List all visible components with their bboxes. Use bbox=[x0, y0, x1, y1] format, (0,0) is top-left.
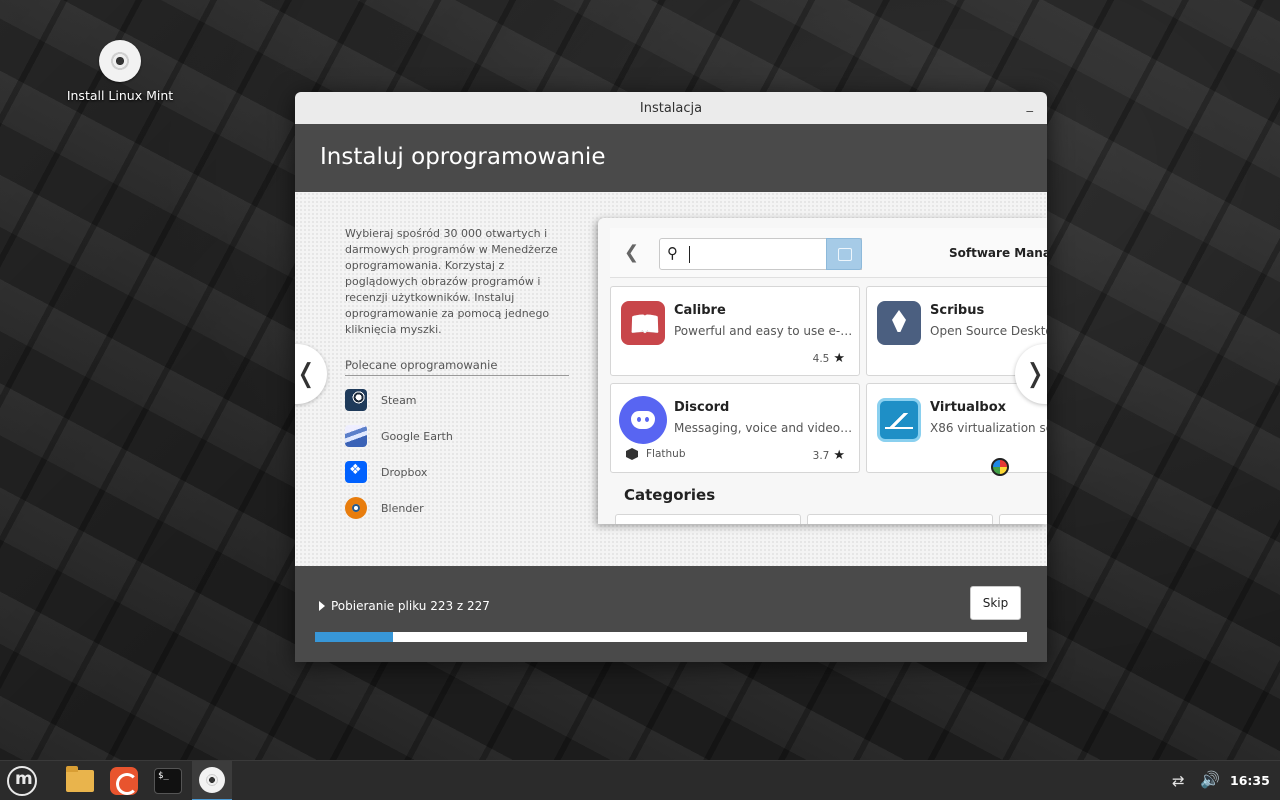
list-item-label: Dropbox bbox=[381, 465, 428, 479]
list-item: Steam bbox=[345, 382, 569, 418]
menu-icon bbox=[7, 766, 37, 796]
app-name: Calibre bbox=[674, 303, 726, 318]
software-manager-title: Software Manag bbox=[949, 246, 1047, 260]
network-icon[interactable]: ⇄ bbox=[1172, 772, 1185, 790]
disc-icon bbox=[99, 40, 141, 82]
previous-slide-button[interactable]: ❬ bbox=[295, 344, 327, 404]
progress-details-toggle[interactable]: Pobieranie pliku 223 z 227 bbox=[319, 599, 490, 613]
terminal-launcher[interactable]: $_ bbox=[148, 761, 188, 800]
window-title: Instalacja bbox=[639, 100, 703, 116]
slideshow-content: Wybieraj spośród 30 000 otwartych i darm… bbox=[295, 192, 1047, 566]
volume-icon[interactable]: 🔊 bbox=[1200, 770, 1220, 789]
app-description: Powerful and easy to use e-bo... bbox=[674, 324, 854, 338]
skip-button[interactable]: Skip bbox=[970, 586, 1021, 620]
busy-cursor-icon bbox=[991, 458, 1009, 476]
rating-value: 3.7 bbox=[812, 450, 830, 462]
installer-icon bbox=[199, 767, 225, 793]
installer-taskbar-button[interactable] bbox=[192, 761, 232, 800]
discord-icon bbox=[619, 396, 667, 444]
minimize-button[interactable]: _ bbox=[1027, 98, 1034, 113]
list-item-label: Google Earth bbox=[381, 429, 453, 443]
list-item: Google Earth bbox=[345, 418, 569, 454]
app-source: Flathub bbox=[626, 448, 685, 460]
progress-bar-fill bbox=[315, 632, 394, 642]
app-description: Open Source Deskto bbox=[930, 324, 1047, 338]
category-tile bbox=[615, 514, 801, 524]
desktop-icon-label: Install Linux Mint bbox=[66, 88, 174, 103]
app-card-calibre: Calibre Powerful and easy to use e-bo...… bbox=[610, 286, 860, 376]
search-icon: ⚲ bbox=[667, 244, 678, 262]
virtualbox-icon bbox=[877, 398, 921, 442]
window-titlebar[interactable]: Instalacja _ bbox=[295, 92, 1047, 124]
rating-value: 4.5 bbox=[812, 353, 830, 365]
list-item-label: Steam bbox=[381, 393, 417, 407]
app-name: Discord bbox=[674, 400, 730, 415]
files-launcher[interactable] bbox=[60, 761, 100, 800]
list-item: Blender bbox=[345, 490, 569, 526]
steam-icon bbox=[345, 389, 367, 411]
firefox-launcher[interactable] bbox=[104, 761, 144, 800]
terminal-icon: $_ bbox=[154, 768, 182, 794]
progress-bar bbox=[315, 632, 1027, 642]
app-card-virtualbox: Virtualbox X86 virtualization so bbox=[866, 383, 1047, 473]
app-card-discord: Discord Messaging, voice and video cli..… bbox=[610, 383, 860, 473]
star-icon: ★ bbox=[833, 351, 845, 366]
scribus-icon bbox=[877, 301, 921, 345]
back-arrow-icon: ❮ bbox=[624, 242, 640, 263]
text-caret bbox=[689, 246, 690, 263]
list-item-label: Blender bbox=[381, 501, 424, 515]
categories-heading: Categories bbox=[624, 486, 716, 504]
calibre-icon bbox=[621, 301, 665, 345]
dropbox-icon bbox=[345, 461, 367, 483]
app-name: Virtualbox bbox=[930, 400, 1007, 415]
files-icon bbox=[66, 766, 94, 792]
flathub-icon bbox=[626, 448, 638, 460]
blender-icon bbox=[345, 497, 367, 519]
app-description: X86 virtualization so bbox=[930, 421, 1047, 435]
software-manager-toolbar: ❮ ⚲ Software Manag bbox=[610, 228, 1047, 278]
software-manager-preview: ❮ ⚲ Software Manag Calibre Powerful and … bbox=[598, 218, 1047, 524]
clock[interactable]: 16:35 bbox=[1230, 773, 1270, 788]
firefox-icon bbox=[110, 767, 138, 795]
install-linux-mint-desktop-icon[interactable]: Install Linux Mint bbox=[62, 40, 178, 103]
app-name: Scribus bbox=[930, 303, 985, 318]
recommended-title: Polecane oprogramowanie bbox=[345, 358, 569, 376]
menu-button[interactable] bbox=[2, 761, 42, 800]
source-label: Flathub bbox=[646, 448, 686, 460]
list-item: Dropbox bbox=[345, 454, 569, 490]
page-title: Instaluj oprogramowanie bbox=[295, 124, 1047, 192]
star-icon: ★ bbox=[833, 448, 845, 463]
google-earth-icon bbox=[345, 425, 367, 447]
app-description: Messaging, voice and video cli... bbox=[674, 421, 854, 435]
slide-description: Wybieraj spośród 30 000 otwartych i darm… bbox=[345, 227, 558, 336]
recommended-list: Steam Google Earth Dropbox Blender bbox=[345, 382, 569, 526]
category-tile bbox=[999, 514, 1047, 524]
app-rating: 3.7 ★ bbox=[813, 448, 845, 463]
category-tile bbox=[807, 514, 993, 524]
app-rating: 4.5 ★ bbox=[813, 351, 845, 366]
expander-arrow-icon bbox=[319, 601, 325, 611]
search-button bbox=[826, 238, 862, 270]
taskbar: $_ ⇄ 🔊 16:35 bbox=[0, 760, 1280, 800]
progress-label: Pobieranie pliku 223 z 227 bbox=[331, 599, 490, 613]
installer-window: Instalacja _ Instaluj oprogramowanie Wyb… bbox=[295, 92, 1047, 662]
